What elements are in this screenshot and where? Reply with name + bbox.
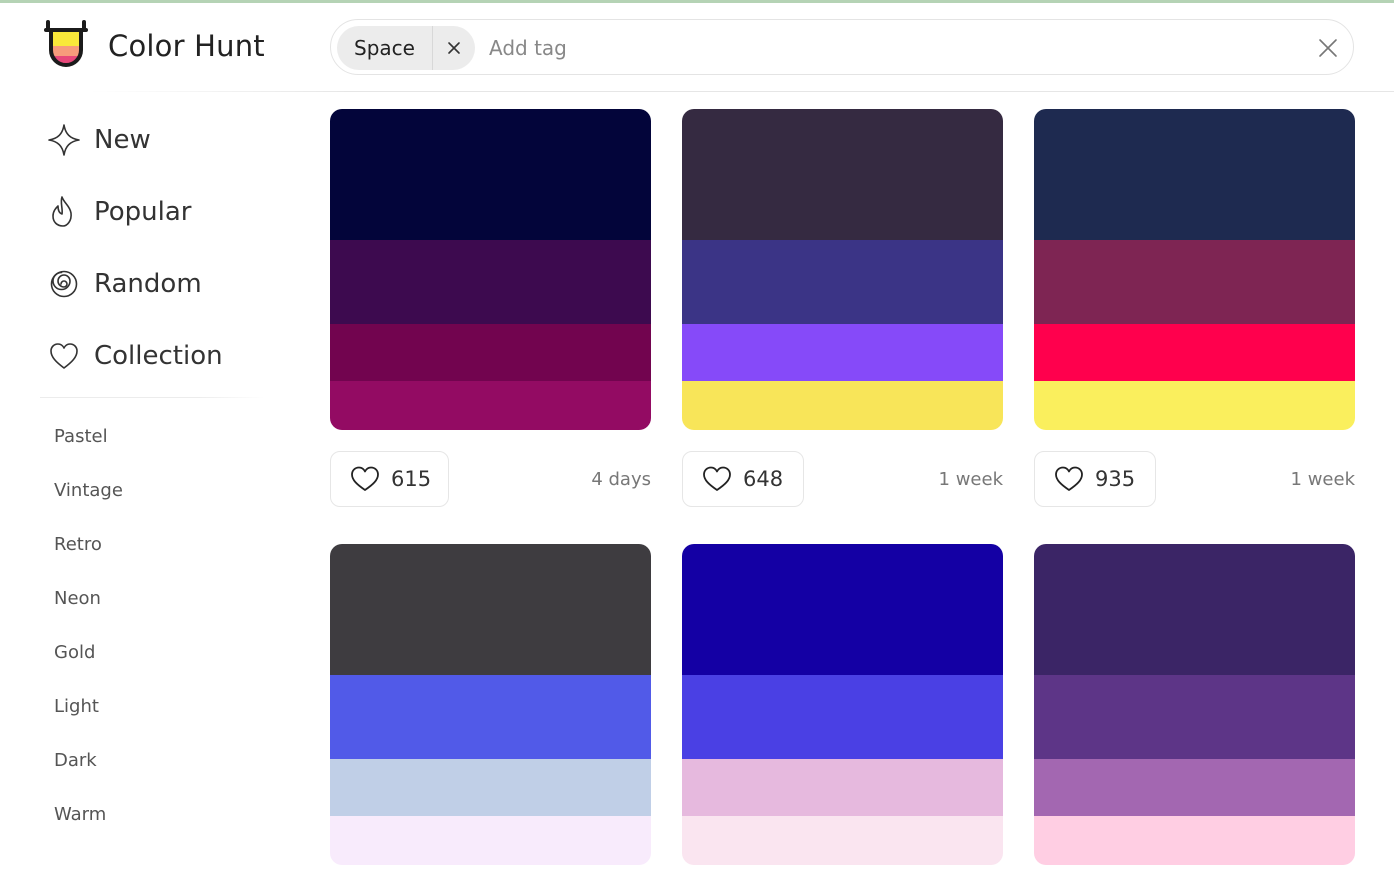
sparkle-icon — [46, 122, 82, 158]
tag-chip-label: Space — [337, 26, 433, 70]
sidebar-tag-neon[interactable]: Neon — [54, 588, 101, 609]
palette-color[interactable] — [330, 381, 651, 430]
palette-color[interactable] — [330, 759, 651, 816]
like-count: 648 — [743, 467, 784, 491]
heart-icon — [46, 338, 82, 374]
palette-color[interactable] — [1034, 324, 1355, 381]
spiral-icon — [46, 266, 82, 302]
nav-random[interactable]: Random — [46, 264, 202, 304]
palette-color[interactable] — [682, 759, 1003, 816]
logo[interactable]: Color Hunt — [42, 20, 265, 72]
palette-color[interactable] — [1034, 544, 1355, 675]
sidebar-divider — [40, 397, 265, 398]
palette-card[interactable] — [682, 544, 1003, 865]
like-button[interactable]: 648 — [682, 451, 804, 507]
palette-color[interactable] — [330, 544, 651, 675]
palette-color[interactable] — [330, 240, 651, 324]
palette-date: 1 week — [938, 469, 1003, 490]
like-button[interactable]: 615 — [330, 451, 449, 507]
palette-color[interactable] — [330, 816, 651, 865]
nav-new-label: New — [94, 125, 151, 155]
palette-color[interactable] — [330, 109, 651, 240]
like-button[interactable]: 935 — [1034, 451, 1156, 507]
palette-color[interactable] — [682, 381, 1003, 430]
window-top-border — [0, 0, 1394, 3]
palette-color[interactable] — [682, 240, 1003, 324]
palette-color[interactable] — [1034, 675, 1355, 759]
palette-card[interactable] — [1034, 109, 1355, 430]
like-count: 935 — [1095, 467, 1136, 491]
nav-collection[interactable]: Collection — [46, 336, 223, 376]
logo-text: Color Hunt — [108, 29, 265, 63]
nav-popular-label: Popular — [94, 197, 192, 227]
palette-color[interactable] — [1034, 381, 1355, 430]
palette-date: 4 days — [591, 469, 651, 490]
palette-color[interactable] — [682, 544, 1003, 675]
heart-icon — [351, 466, 379, 491]
like-count: 615 — [391, 467, 432, 491]
remove-tag-button[interactable] — [433, 26, 475, 70]
palette-color[interactable] — [682, 675, 1003, 759]
tag-chip-space: Space — [337, 26, 475, 70]
heart-icon — [703, 466, 731, 491]
palette-color[interactable] — [1034, 816, 1355, 865]
palette-card[interactable] — [330, 109, 651, 430]
flame-icon — [46, 194, 82, 230]
nav-new[interactable]: New — [46, 120, 151, 160]
clear-search-button[interactable] — [1317, 37, 1339, 59]
palette-color[interactable] — [682, 816, 1003, 865]
close-icon — [448, 42, 460, 54]
palette-color[interactable] — [1034, 240, 1355, 324]
palette-card[interactable] — [1034, 544, 1355, 865]
palette-color[interactable] — [1034, 109, 1355, 240]
nav-popular[interactable]: Popular — [46, 192, 192, 232]
palette-color[interactable] — [682, 324, 1003, 381]
palette-color[interactable] — [1034, 759, 1355, 816]
sidebar-tag-warm[interactable]: Warm — [54, 804, 106, 825]
sidebar-tag-light[interactable]: Light — [54, 696, 99, 717]
palette-date: 1 week — [1290, 469, 1355, 490]
add-tag-input[interactable] — [489, 32, 1269, 64]
palette-color[interactable] — [330, 324, 651, 381]
header-divider — [90, 91, 1394, 92]
palette-color[interactable] — [682, 109, 1003, 240]
nav-random-label: Random — [94, 269, 202, 299]
palette-card[interactable] — [682, 109, 1003, 430]
sidebar-tag-dark[interactable]: Dark — [54, 750, 97, 771]
close-icon — [1319, 39, 1337, 57]
color-hunt-logo-icon — [44, 20, 88, 67]
sidebar-tag-pastel[interactable]: Pastel — [54, 426, 108, 447]
sidebar-tag-retro[interactable]: Retro — [54, 534, 102, 555]
sidebar-tag-vintage[interactable]: Vintage — [54, 480, 123, 501]
palette-color[interactable] — [330, 675, 651, 759]
heart-icon — [1055, 466, 1083, 491]
nav-collection-label: Collection — [94, 341, 223, 371]
sidebar-tag-gold[interactable]: Gold — [54, 642, 95, 663]
tag-search-bar[interactable]: Space — [330, 19, 1354, 75]
palette-card[interactable] — [330, 544, 651, 865]
